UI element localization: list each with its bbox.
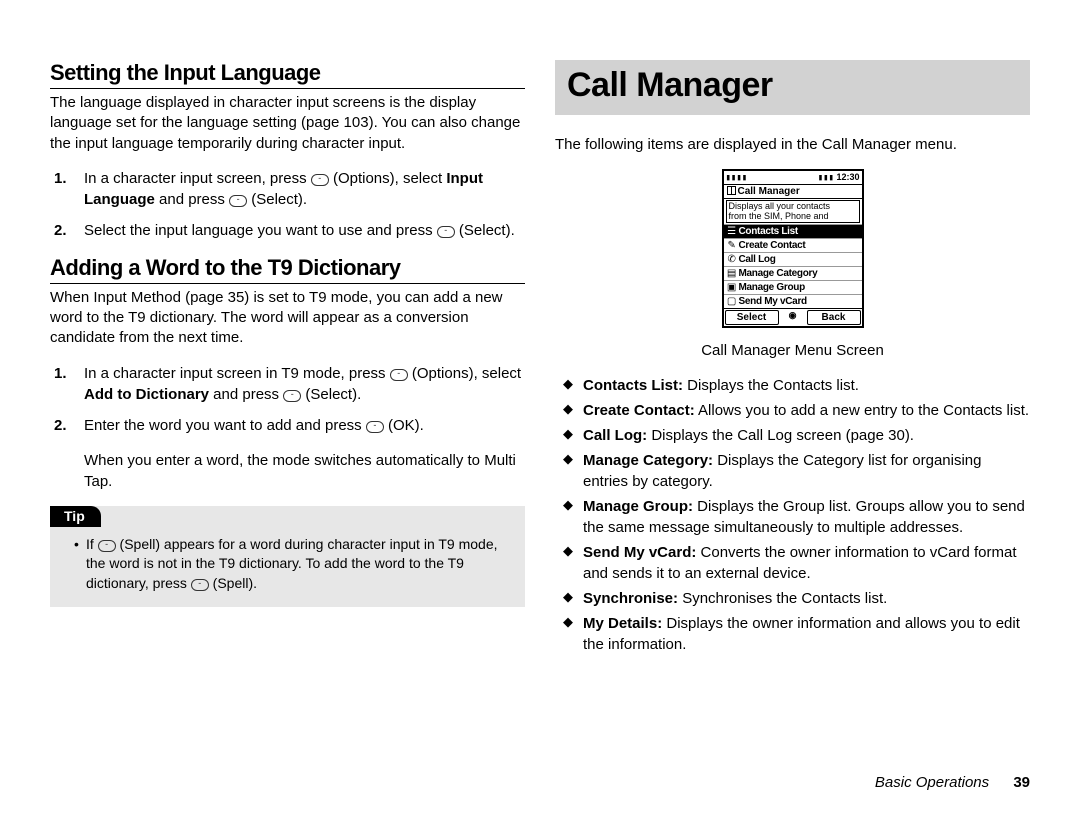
vcard-icon: ▢ <box>727 296 737 307</box>
phone-icon: ✆ <box>727 254 737 265</box>
add-icon: ✎ <box>727 240 737 251</box>
bullet-call-log: Call Log: Displays the Call Log screen (… <box>555 425 1030 446</box>
heading-input-language: Setting the Input Language <box>50 60 525 89</box>
bullet-create-contact: Create Contact: Allows you to add a new … <box>555 400 1030 421</box>
phone-item-create: ✎Create Contact <box>724 238 862 252</box>
phone-softkeys: Select ◉ Back <box>724 308 862 326</box>
bullet-manage-category: Manage Category: Displays the Category l… <box>555 450 1030 492</box>
phone-desc: Displays all your contacts from the SIM,… <box>726 200 860 223</box>
t9-step-1: 1. In a character input screen in T9 mod… <box>50 363 525 405</box>
page-title: Call Manager <box>567 66 1018 105</box>
phone-figure: ▮▮▮▮ ▮▮▮ 12:30 Call Manager Displays all… <box>555 169 1030 328</box>
para-input-language: The language displayed in character inpu… <box>50 93 525 154</box>
softkey-icon <box>437 226 455 238</box>
softkey-icon <box>98 540 116 552</box>
intro-call-manager: The following items are displayed in the… <box>555 135 1030 155</box>
figure-caption: Call Manager Menu Screen <box>555 342 1030 359</box>
clock-text: 12:30 <box>836 172 859 182</box>
category-icon: ▤ <box>727 268 737 279</box>
step-1: 1. In a character input screen, press (O… <box>50 168 525 210</box>
softkey-icon <box>390 369 408 381</box>
bullet-synchronise: Synchronise: Synchronises the Contacts l… <box>555 588 1030 609</box>
phone-title: Call Manager <box>724 185 862 199</box>
list-icon: ☰ <box>727 226 737 237</box>
phone-item-contacts: ☰Contacts List <box>724 224 862 238</box>
page-title-box: Call Manager <box>555 60 1030 115</box>
softkey-icon <box>311 174 329 186</box>
phone-item-category: ▤Manage Category <box>724 266 862 280</box>
signal-icon: ▮▮▮▮ <box>726 173 748 183</box>
heading-t9: Adding a Word to the T9 Dictionary <box>50 255 525 284</box>
step-2: 2. Select the input language you want to… <box>50 220 525 241</box>
bullet-send-vcard: Send My vCard: Converts the owner inform… <box>555 542 1030 584</box>
softkey-back: Back <box>807 310 861 325</box>
bullet-manage-group: Manage Group: Displays the Group list. G… <box>555 496 1030 538</box>
tip-label: Tip <box>50 506 101 527</box>
phone-item-calllog: ✆Call Log <box>724 252 862 266</box>
tip-box: Tip If (Spell) appears for a word during… <box>50 506 525 608</box>
left-column: Setting the Input Language The language … <box>50 60 525 659</box>
page-footer: Basic Operations 39 <box>875 774 1030 791</box>
phone-status-bar: ▮▮▮▮ ▮▮▮ 12:30 <box>724 171 862 185</box>
footer-page-number: 39 <box>1013 774 1030 791</box>
footer-section: Basic Operations <box>875 774 989 791</box>
steps-input-language: 1. In a character input screen, press (O… <box>50 168 525 241</box>
softkey-select: Select <box>725 310 779 325</box>
t9-step-2: 2. Enter the word you want to add and pr… <box>50 415 525 436</box>
tip-text: If (Spell) appears for a word during cha… <box>74 535 509 594</box>
steps-t9: 1. In a character input screen in T9 mod… <box>50 363 525 436</box>
t9-note: When you enter a word, the mode switches… <box>84 450 525 492</box>
battery-time: ▮▮▮ 12:30 <box>818 172 860 183</box>
group-icon: ▣ <box>727 282 737 293</box>
bullet-my-details: My Details: Displays the owner informati… <box>555 613 1030 655</box>
phone-item-group: ▣Manage Group <box>724 280 862 294</box>
phone-item-vcard: ▢Send My vCard <box>724 294 862 308</box>
softkey-icon <box>283 390 301 402</box>
para-t9: When Input Method (page 35) is set to T9… <box>50 288 525 349</box>
softkey-center-icon: ◉ <box>780 309 806 326</box>
battery-icon: ▮▮▮ <box>818 173 834 183</box>
call-manager-items: Contacts List: Displays the Contacts lis… <box>555 375 1030 655</box>
right-column: Call Manager The following items are dis… <box>555 60 1030 659</box>
softkey-icon <box>366 421 384 433</box>
bullet-contacts-list: Contacts List: Displays the Contacts lis… <box>555 375 1030 396</box>
book-icon <box>727 186 736 195</box>
phone-screen: ▮▮▮▮ ▮▮▮ 12:30 Call Manager Displays all… <box>722 169 864 328</box>
softkey-icon <box>229 195 247 207</box>
softkey-icon <box>191 579 209 591</box>
